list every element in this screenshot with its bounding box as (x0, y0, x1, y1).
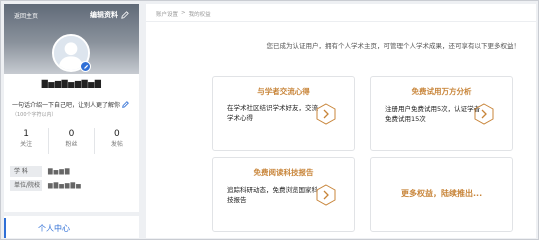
benefit-card-tech-reports[interactable]: 免费阅读科技报告 追踪科研动态，免费浏览国家科技报告 (212, 157, 355, 232)
stat-followers[interactable]: 0 粉丝 (49, 128, 95, 154)
card-description: 追踪科研动态，免费浏览国家科技报告 (227, 186, 318, 204)
subject-value: ▇▅▆▇ (48, 168, 71, 175)
stat-label: 粉丝 (65, 141, 78, 148)
bio-char-limit: （100个字符以内） (12, 112, 57, 118)
divider (4, 212, 139, 216)
pencil-icon (121, 11, 129, 19)
main-panel: 账户设置 > 我的权益 您已成为认证用户，拥有个人学术主页，可管理个人学术成果，… (146, 4, 536, 238)
breadcrumb-my-benefits: 我的权益 (188, 12, 211, 18)
stat-value: 0 (113, 129, 120, 139)
page-frame: 返回主页 编辑资料 ▇▅▆▇▅▆▇▅▇ 一句话介绍一下自己吧，让别人更了解你 （… (0, 0, 539, 240)
subject-row: 学 科 ▇▅▆▇ (10, 166, 134, 177)
avatar-wrap[interactable] (52, 34, 91, 72)
hexagon-arrow-icon[interactable] (316, 184, 336, 206)
edit-profile-label: 编辑资料 (90, 11, 118, 19)
benefit-card-wanfang-analysis[interactable]: 免费试用万方分析 注册用户免费试用5次，认证学者免费试用15次 (370, 76, 513, 151)
card-title: 与学者交流心得 (257, 87, 310, 96)
unit-row: 单位/院校 ▆▇▅▆▇▅ (10, 180, 134, 191)
stat-value: 1 (23, 129, 30, 139)
card-title: 免费阅读科技报告 (253, 168, 314, 177)
pencil-icon[interactable] (122, 101, 129, 108)
unit-label: 单位/院校 (10, 180, 42, 191)
benefits-intro: 您已成为认证用户，拥有个人学术主页，可管理个人学术成果，还可享有以下更多权益！ (266, 42, 521, 50)
profile-sidebar: 返回主页 编辑资料 ▇▅▆▇▅▆▇▅▇ 一句话介绍一下自己吧，让别人更了解你 （… (4, 4, 139, 238)
breadcrumb: 账户设置 > 我的权益 (156, 10, 211, 18)
edit-avatar-icon[interactable] (80, 61, 91, 72)
hexagon-arrow-icon[interactable] (474, 103, 494, 125)
breadcrumb-separator: > (181, 10, 186, 16)
bio-edit[interactable]: 一句话介绍一下自己吧，让别人更了解你 (12, 100, 129, 109)
hexagon-arrow-icon[interactable] (316, 103, 336, 125)
nav-item-personal-center[interactable]: 个人中心 (4, 218, 139, 238)
stat-label: 关注 (20, 141, 33, 148)
card-description: 注册用户免费试用5次，认证学者免费试用15次 (385, 105, 481, 123)
more-benefits-text: 更多权益，陆续推出... (401, 189, 483, 198)
profile-header: 返回主页 编辑资料 (4, 4, 139, 74)
stat-value: 0 (68, 129, 75, 139)
benefit-card-scholar-exchange[interactable]: 与学者交流心得 在学术社区结识学术好友，交流学术心得 (212, 76, 355, 151)
breadcrumb-account-settings[interactable]: 账户设置 (156, 10, 178, 18)
stat-following[interactable]: 1 关注 (4, 128, 50, 154)
subject-label: 学 科 (10, 166, 42, 177)
bio-text: 一句话介绍一下自己吧，让别人更了解你 (12, 102, 121, 109)
stat-posts[interactable]: 0 发帖 (95, 128, 139, 154)
edit-profile-button[interactable]: 编辑资料 (90, 10, 129, 20)
benefit-card-more: 更多权益，陆续推出... (370, 157, 513, 232)
back-home-link[interactable]: 返回主页 (14, 11, 38, 20)
stats-bar: 1 关注 0 粉丝 0 发帖 (4, 128, 139, 154)
card-description: 在学术社区结识学术好友，交流学术心得 (227, 104, 318, 122)
divider (146, 21, 536, 22)
unit-value: ▆▇▅▆▇▅ (48, 182, 82, 189)
username: ▇▅▆▇▅▆▇▅▇ (41, 79, 102, 88)
stat-label: 发帖 (110, 141, 123, 148)
card-title: 免费试用万方分析 (411, 87, 472, 96)
